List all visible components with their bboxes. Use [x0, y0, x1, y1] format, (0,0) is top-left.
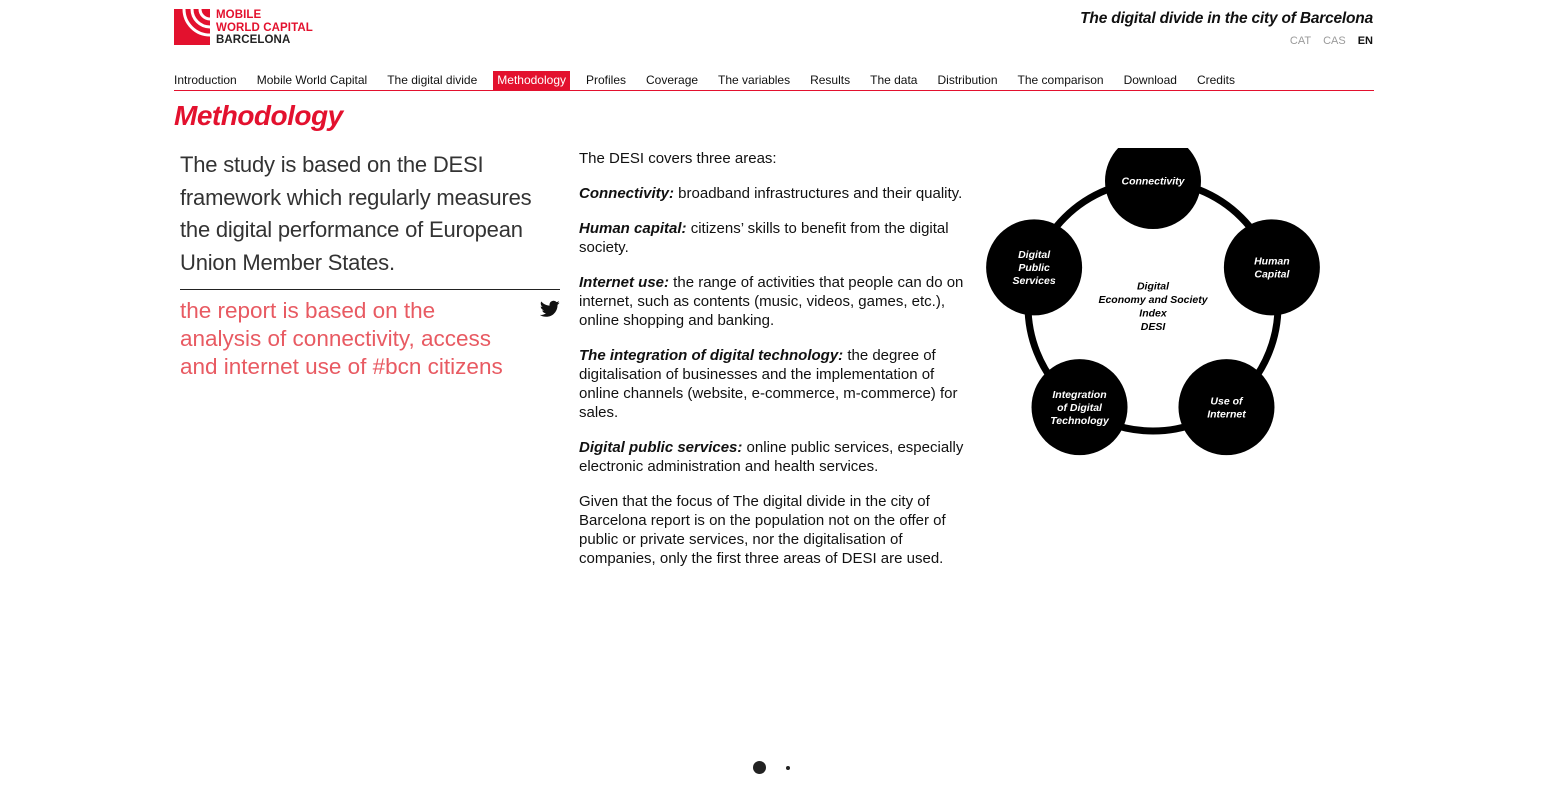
- nav-item-the-data[interactable]: The data: [870, 71, 917, 90]
- diagram-node-label-line: Connectivity: [1121, 176, 1185, 188]
- desi-area: The integration of digital technology: t…: [579, 346, 969, 422]
- diagram-node-label: Connectivity: [1121, 176, 1185, 188]
- diagram-center-label-line: Digital: [1137, 280, 1170, 292]
- nav-item-mobile-world-capital[interactable]: Mobile World Capital: [257, 71, 368, 90]
- nav-item-introduction[interactable]: Introduction: [174, 71, 237, 90]
- diagram-node-label-line: Internet: [1207, 408, 1246, 420]
- diagram-node-label-line: Digital: [1018, 249, 1051, 261]
- diagram-node-label: Human Capital: [1254, 256, 1290, 281]
- lang-cas[interactable]: CAS: [1323, 35, 1346, 47]
- diagram-node-label-line: Human: [1254, 256, 1290, 268]
- nav-item-coverage[interactable]: Coverage: [646, 71, 698, 90]
- page-pager: [752, 760, 802, 776]
- main-nav: Introduction Mobile World Capital The digi…: [174, 71, 1374, 91]
- logo-line-2: WORLD CAPITAL: [216, 21, 313, 34]
- desi-area-term: The integration of digital technology:: [579, 347, 844, 364]
- diagram-node-label-line: Technology: [1050, 415, 1110, 427]
- nav-item-download[interactable]: Download: [1124, 71, 1177, 90]
- diagram-node-label: Digital Public Services: [1013, 249, 1056, 287]
- diagram-center-label-line: DESI: [1141, 321, 1167, 333]
- logo-line-1: MOBILE: [216, 9, 262, 21]
- desi-diagram: Digital Economy and Society Index DESI Conne…: [975, 133, 1330, 488]
- nav-item-profiles[interactable]: Profiles: [586, 71, 626, 90]
- desi-closing: Given that the focus of The digital divi…: [579, 493, 946, 567]
- diagram-center-label: Digital Economy and Society Index DESI: [1098, 280, 1208, 333]
- nav-item-the-comparison[interactable]: The comparison: [1018, 71, 1104, 90]
- logo-wordmark: MOBILE WORLD CAPITAL BARCELONA: [216, 9, 313, 47]
- desi-area-term: Digital public services:: [579, 439, 743, 456]
- language-switcher: CAT CAS EN: [1290, 35, 1373, 47]
- desi-area: Digital public services: online public s…: [579, 438, 969, 476]
- lang-en[interactable]: EN: [1358, 35, 1373, 47]
- site-title: The digital divide in the city of Barcel…: [1080, 10, 1373, 27]
- logo-line-3: BARCELONA: [216, 34, 291, 46]
- lang-cat[interactable]: CAT: [1290, 35, 1311, 47]
- diagram-node-label-line: Capital: [1254, 269, 1290, 281]
- desi-lead: The DESI covers three areas:: [579, 150, 777, 167]
- intro-text: The study is based on the DESI framework…: [180, 152, 532, 275]
- desi-area-term: Human capital:: [579, 220, 687, 237]
- desi-area: Internet use: the range of activities th…: [579, 273, 969, 330]
- diagram-center-label-line: Economy and Society: [1098, 294, 1208, 306]
- desi-area-term: Connectivity:: [579, 185, 675, 202]
- pager-dot-2[interactable]: [786, 766, 790, 770]
- diagram-node-label-line: Public: [1018, 262, 1050, 274]
- diagram-node: [1105, 133, 1201, 229]
- desi-areas-list: Connectivity: broadband infrastructures …: [579, 184, 969, 476]
- desi-diagram-svg: Digital Economy and Society Index DESI Conne…: [986, 133, 1320, 456]
- diagram-node-label: Integration of Digital Technology: [1050, 389, 1110, 427]
- diagram-node-label-line: Integration: [1052, 389, 1106, 401]
- brand-logo[interactable]: MOBILE WORLD CAPITAL BARCELONA: [174, 9, 334, 47]
- pager-dot-1[interactable]: [753, 761, 766, 774]
- diagram-center-label-line: Index: [1139, 307, 1168, 319]
- desi-area: Connectivity: broadband infrastructures …: [579, 184, 969, 203]
- desi-area-term: Internet use:: [579, 274, 670, 291]
- nav-item-the-digital-divide[interactable]: The digital divide: [387, 71, 477, 90]
- nav-item-results[interactable]: Results: [810, 71, 850, 90]
- nav-item-the-variables[interactable]: The variables: [718, 71, 790, 90]
- diagram-node-label: Use of Internet: [1207, 395, 1246, 420]
- twitter-icon[interactable]: [539, 300, 560, 318]
- desi-area-text: broadband infrastructures and their qual…: [674, 185, 963, 202]
- desi-area: Human capital: citizens’ skills to benef…: [579, 219, 969, 257]
- diagram-node-label-line: Use of: [1210, 395, 1244, 407]
- tweetable-quote[interactable]: the report is based on the analysis of c…: [180, 297, 510, 381]
- nav-item-credits[interactable]: Credits: [1197, 71, 1235, 90]
- divider: [180, 289, 560, 290]
- nav-item-methodology[interactable]: Methodology: [493, 71, 570, 90]
- logo-mark-icon: [174, 9, 210, 45]
- diagram-node-label-line: of Digital: [1057, 402, 1103, 414]
- desi-description: The DESI covers three areas: Connectivit…: [579, 149, 969, 584]
- diagram-node-label-line: Services: [1013, 275, 1056, 287]
- nav-item-distribution[interactable]: Distribution: [937, 71, 997, 90]
- page-title: Methodology: [174, 100, 343, 131]
